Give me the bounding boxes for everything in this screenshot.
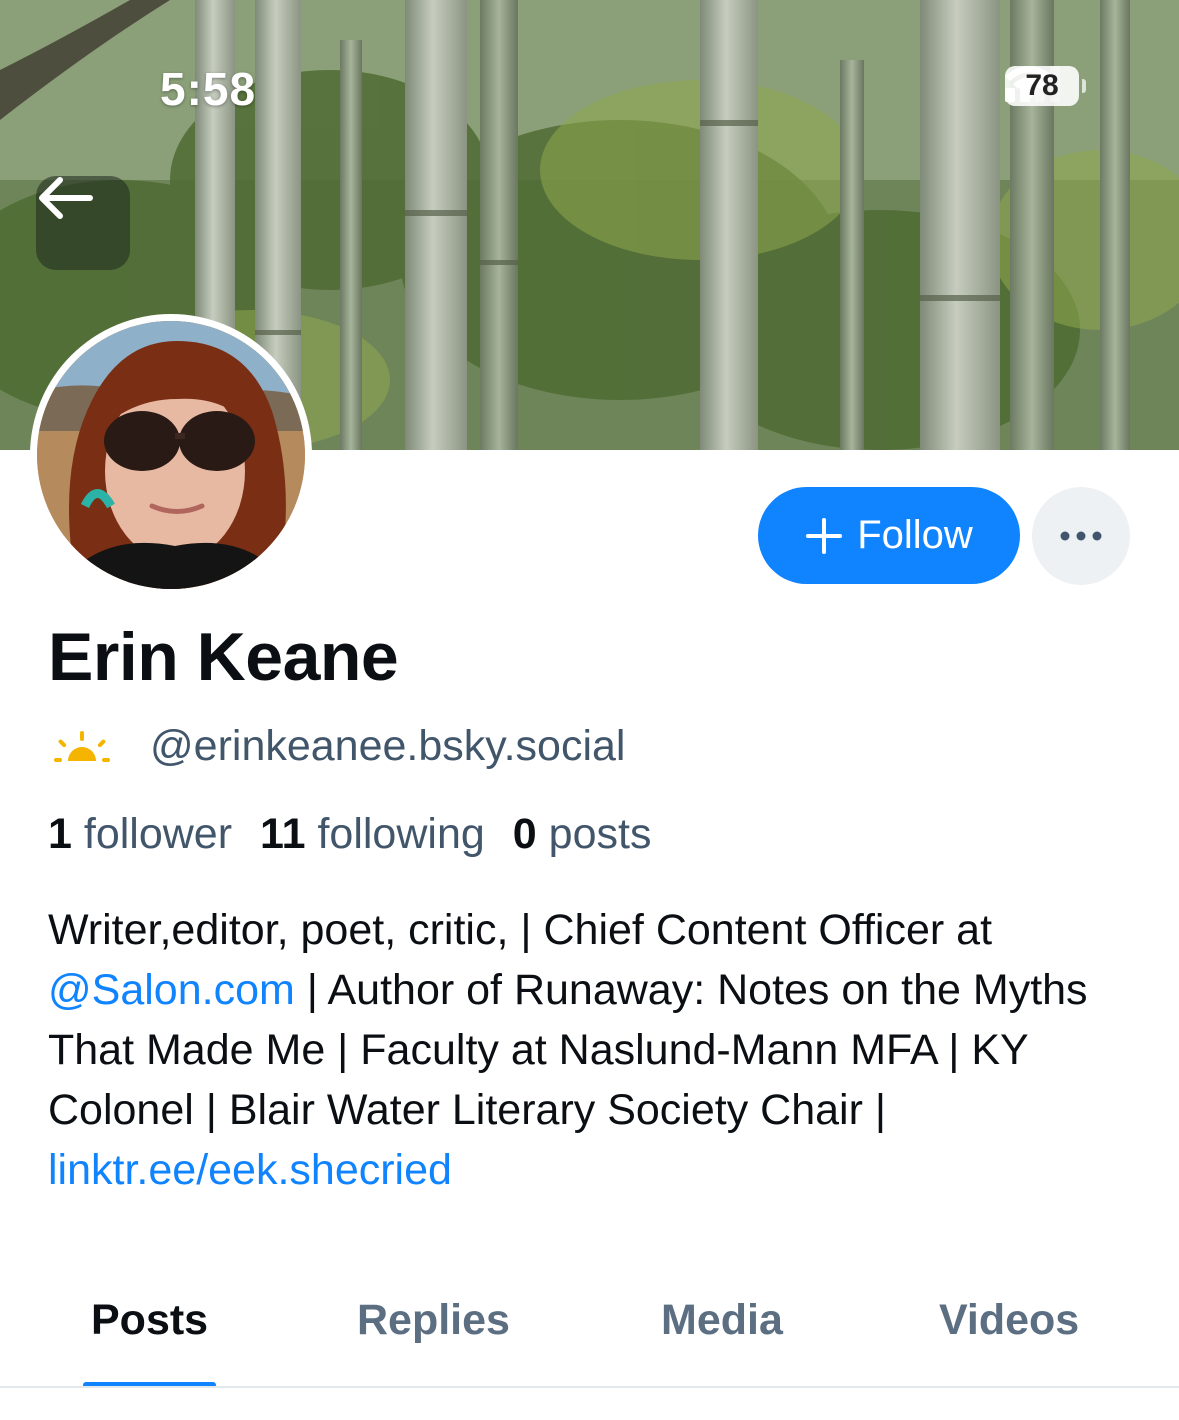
follow-button[interactable]: Follow xyxy=(758,487,1020,584)
avatar-image xyxy=(37,321,305,589)
following-stat[interactable]: 11 following xyxy=(260,810,485,859)
bio-external-link[interactable]: linktr.ee/eek.shecried xyxy=(48,1146,452,1194)
profile-tabs: Posts Replies Media Videos xyxy=(0,1280,1179,1388)
arrow-left-icon xyxy=(39,177,93,219)
status-time: 5:58 xyxy=(160,63,257,115)
back-button[interactable] xyxy=(36,176,130,270)
status-icons: 78 xyxy=(1005,66,1086,106)
profile-bio: Writer,editor, poet, critic, | Chief Con… xyxy=(48,900,1148,1200)
battery-indicator: 78 xyxy=(1005,66,1086,106)
follow-label: Follow xyxy=(857,513,973,557)
profile-stats: 1 follower 11 following 0 posts xyxy=(48,810,651,859)
following-count: 11 xyxy=(260,810,306,858)
tab-label: Videos xyxy=(939,1296,1080,1344)
posts-count: 0 xyxy=(512,810,537,858)
handle[interactable]: @erinkeanee.bsky.social xyxy=(150,722,625,771)
following-label: following xyxy=(317,810,485,858)
avatar[interactable] xyxy=(30,314,312,596)
display-name: Erin Keane xyxy=(48,619,399,695)
posts-stat: 0 posts xyxy=(513,810,652,859)
tabs-divider xyxy=(0,1386,1179,1388)
followers-label: follower xyxy=(83,810,233,858)
sunrise-icon xyxy=(54,730,110,762)
bio-mention-link[interactable]: @Salon.com xyxy=(48,966,295,1014)
handle-row: @erinkeanee.bsky.social xyxy=(50,722,625,771)
tab-replies[interactable]: Replies xyxy=(357,1280,510,1388)
bio-text-part1: Writer,editor, poet, critic, | Chief Con… xyxy=(48,906,993,954)
tab-media[interactable]: Media xyxy=(661,1280,783,1388)
tab-posts[interactable]: Posts xyxy=(83,1280,217,1388)
posts-label: posts xyxy=(548,810,652,858)
tab-label: Media xyxy=(661,1296,783,1344)
followers-count: 1 xyxy=(48,810,72,858)
followers-stat[interactable]: 1 follower xyxy=(48,810,232,859)
tab-label: Replies xyxy=(357,1296,510,1344)
tab-label: Posts xyxy=(91,1296,209,1344)
more-options-button[interactable] xyxy=(1032,487,1130,585)
tab-videos[interactable]: Videos xyxy=(939,1280,1079,1388)
plus-icon xyxy=(806,517,843,554)
ellipsis-icon xyxy=(1060,531,1102,541)
